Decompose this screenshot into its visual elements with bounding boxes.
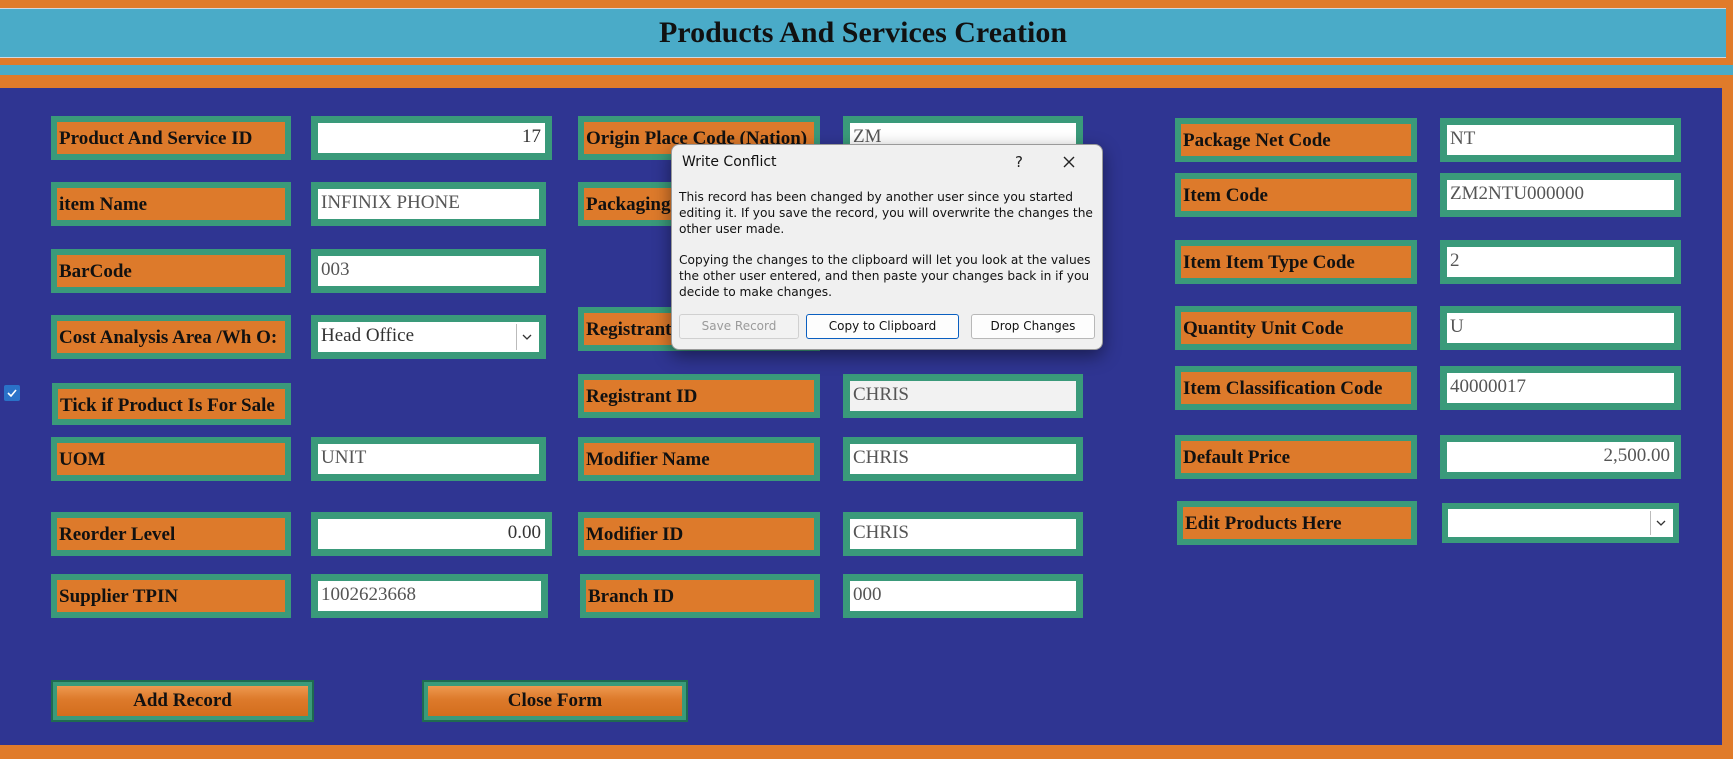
reorder-level-label: Reorder Level — [51, 512, 291, 556]
item-code-field[interactable]: ZM2NTU000000 — [1440, 173, 1681, 217]
header-strip — [0, 65, 1733, 75]
dialog-message-1: This record has been changed by another … — [679, 190, 1093, 236]
item-type-field[interactable]: 2 — [1440, 240, 1681, 284]
close-form-button[interactable]: Close Form — [422, 680, 688, 722]
supplier-tpin-field[interactable]: 1002623668 — [311, 574, 548, 618]
default-price-field[interactable]: 2,500.00 — [1440, 435, 1681, 479]
product-id-label: Product And Service ID — [51, 116, 291, 160]
modifier-id-label: Modifier ID — [578, 512, 820, 556]
modifier-name-field[interactable]: CHRIS — [843, 437, 1083, 481]
uom-label: UOM — [51, 437, 291, 481]
modifier-name-label: Modifier Name — [578, 437, 820, 481]
cost-area-combo[interactable]: Head Office — [311, 315, 546, 359]
dialog-title: Write Conflict — [682, 154, 777, 170]
barcode-label: BarCode — [51, 249, 291, 293]
qty-unit-field[interactable]: U — [1440, 306, 1681, 350]
cost-area-label: Cost Analysis Area /Wh O: — [51, 315, 291, 359]
chevron-down-icon[interactable] — [1650, 511, 1671, 535]
page-title: Products And Services Creation — [658, 16, 1068, 49]
product-id-field[interactable]: 17 — [311, 116, 552, 160]
save-record-button[interactable]: Save Record — [679, 314, 799, 339]
item-name-field[interactable]: INFINIX PHONE — [311, 182, 546, 226]
barcode-field[interactable]: 003 — [311, 249, 546, 293]
item-code-label: Item Code — [1175, 173, 1417, 217]
edit-products-combo[interactable] — [1442, 503, 1679, 543]
dialog-message-2: Copying the changes to the clipboard wil… — [679, 253, 1091, 299]
package-net-label: Package Net Code — [1175, 118, 1417, 162]
registrant-id-field[interactable]: CHRIS — [843, 374, 1083, 418]
item-name-label: item Name — [51, 182, 291, 226]
modifier-id-field[interactable]: CHRIS — [843, 512, 1083, 556]
cost-area-value: Head Office — [321, 325, 415, 346]
package-net-field[interactable]: NT — [1440, 118, 1681, 162]
write-conflict-dialog: Write Conflict ? This record has been ch… — [671, 144, 1103, 350]
chevron-down-icon[interactable] — [516, 324, 537, 350]
registrant-id-label: Registrant ID — [578, 374, 820, 418]
supplier-tpin-label: Supplier TPIN — [51, 574, 291, 618]
uom-field[interactable]: UNIT — [311, 437, 546, 481]
edit-products-label: Edit Products Here — [1177, 501, 1417, 545]
help-icon[interactable]: ? — [1009, 153, 1029, 171]
close-icon[interactable] — [1056, 150, 1082, 174]
copy-to-clipboard-button[interactable]: Copy to Clipboard — [806, 314, 959, 339]
branch-id-label: Branch ID — [580, 574, 820, 618]
branch-id-field[interactable]: 000 — [843, 574, 1083, 618]
reorder-level-field[interactable]: 0.00 — [311, 512, 552, 556]
qty-unit-label: Quantity Unit Code — [1175, 306, 1417, 350]
checkmark-icon — [7, 389, 17, 397]
for-sale-checkbox[interactable] — [4, 385, 20, 401]
item-type-label: Item Item Type Code — [1175, 240, 1417, 284]
add-record-button[interactable]: Add Record — [51, 680, 314, 722]
drop-changes-button[interactable]: Drop Changes — [971, 314, 1095, 339]
default-price-label: Default Price — [1175, 435, 1417, 479]
item-class-label: Item Classification Code — [1175, 366, 1417, 410]
for-sale-label: Tick if Product Is For Sale — [52, 383, 291, 425]
item-class-field[interactable]: 40000017 — [1440, 366, 1681, 410]
